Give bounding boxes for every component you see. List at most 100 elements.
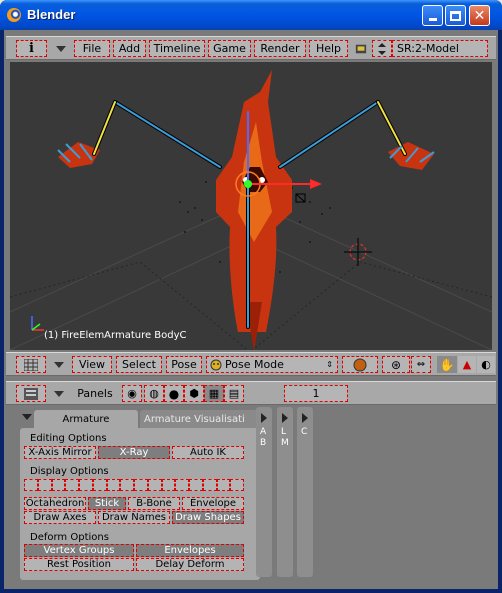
- window-type-button[interactable]: i: [16, 40, 47, 57]
- info-icon: i: [29, 41, 34, 56]
- panels-label: Panels: [77, 387, 113, 400]
- menu-add[interactable]: Add: [113, 40, 146, 57]
- pivot-icon: ⊛: [390, 357, 402, 372]
- vertex-groups-button[interactable]: Vertex Groups: [24, 544, 134, 557]
- chevron-down-icon: [54, 390, 64, 397]
- menu-timeline[interactable]: Timeline: [149, 40, 205, 57]
- layer-button[interactable]: [65, 479, 79, 491]
- collapsed-panel-a-b[interactable]: A B: [256, 407, 272, 577]
- hand-icon: ✋: [439, 357, 455, 372]
- layer-button[interactable]: [134, 479, 148, 491]
- scene-name-field[interactable]: SR:2-Model: [392, 40, 488, 57]
- pivot-select[interactable]: ⊛: [382, 356, 410, 373]
- collapsed-panel-c[interactable]: C: [297, 407, 313, 577]
- 3d-viewport[interactable]: [10, 62, 492, 350]
- layer-button[interactable]: [120, 479, 134, 491]
- layer-button[interactable]: [216, 479, 231, 491]
- blender-logo-icon: [7, 8, 21, 22]
- hand-tool-button[interactable]: ✋: [437, 356, 457, 373]
- rotate-icon: ◐: [481, 358, 491, 371]
- draw-type-select[interactable]: [342, 356, 378, 373]
- mode-select[interactable]: Pose Mode ⇕: [206, 356, 338, 373]
- screen-browse-button[interactable]: [352, 40, 370, 57]
- editing-options-label: Editing Options: [30, 433, 107, 444]
- draw-names-button[interactable]: Draw Names: [98, 511, 170, 524]
- close-button[interactable]: ✕: [469, 5, 490, 26]
- screen-icon: [355, 44, 367, 53]
- layer-button[interactable]: [161, 479, 176, 491]
- b-bone-button[interactable]: B-Bone: [128, 497, 180, 510]
- viewport-scene: [10, 70, 492, 350]
- editing-context-button[interactable]: ▦: [204, 385, 224, 402]
- maximize-button[interactable]: [445, 5, 466, 26]
- layer-button[interactable]: [37, 479, 52, 491]
- deform-options-label: Deform Options: [30, 532, 109, 543]
- panel-collapse-arrow[interactable]: [22, 414, 32, 420]
- layer-button[interactable]: [106, 479, 121, 491]
- collapse-view-menus[interactable]: [49, 356, 69, 373]
- updown-arrows-icon: ⇕: [326, 360, 333, 369]
- scene-browse-button[interactable]: [372, 40, 392, 57]
- logic-icon: ◉: [127, 387, 137, 400]
- layer-button[interactable]: [230, 479, 244, 491]
- minimize-button[interactable]: [422, 5, 443, 26]
- bone-layer-buttons: [24, 479, 244, 491]
- shading-icon: [353, 358, 367, 371]
- tab-armature[interactable]: Armature: [34, 410, 138, 428]
- menu-help[interactable]: Help: [309, 40, 348, 57]
- octahedron-button[interactable]: Octahedron: [24, 497, 86, 510]
- collapsed-panel-l-m[interactable]: L M: [277, 407, 293, 577]
- x-ray-button[interactable]: X-Ray: [98, 446, 170, 459]
- tab-armature-visualisation[interactable]: Armature Visualisati: [140, 410, 258, 428]
- info-header: i File Add Timeline Game Render Help SR:…: [6, 36, 496, 60]
- window-title: Blender: [27, 7, 76, 22]
- manipulator-toggle[interactable]: ⇔: [411, 356, 431, 373]
- chevron-down-icon: [54, 361, 64, 368]
- rotate-button[interactable]: ◐: [477, 356, 495, 373]
- layer-button[interactable]: [202, 479, 217, 491]
- menu-render[interactable]: Render: [254, 40, 306, 57]
- view3d-header: View Select Pose Pose Mode ⇕ ⊛ ⇔ ✋ ▲ ◐: [6, 352, 496, 376]
- layer-button[interactable]: [79, 479, 93, 491]
- object-icon: ⬢: [189, 387, 199, 400]
- rest-position-button[interactable]: Rest Position: [24, 558, 134, 571]
- draw-shapes-button[interactable]: Draw Shapes: [172, 511, 244, 524]
- collapse-panels-menu[interactable]: [49, 385, 69, 402]
- layer-button[interactable]: [147, 479, 162, 491]
- envelope-button[interactable]: Envelope: [182, 497, 244, 510]
- menu-select[interactable]: Select: [116, 356, 162, 373]
- active-object-label: (1) FireElemArmature BodyC: [44, 330, 187, 341]
- menu-view[interactable]: View: [72, 356, 112, 373]
- layer-button[interactable]: [92, 479, 107, 491]
- envelopes-button[interactable]: Envelopes: [136, 544, 244, 557]
- object-context-button[interactable]: ⬢: [184, 385, 204, 402]
- x-axis-mirror-button[interactable]: X-Axis Mirror: [24, 446, 96, 459]
- layer-button[interactable]: [51, 479, 66, 491]
- editor-type-button[interactable]: [16, 356, 46, 373]
- logic-context-button[interactable]: ◉: [122, 385, 142, 402]
- auto-ik-button[interactable]: Auto IK: [172, 446, 244, 459]
- chevron-down-icon: [56, 45, 66, 52]
- layer-button[interactable]: [175, 479, 189, 491]
- axis-widget: [31, 316, 44, 331]
- stick-button[interactable]: Stick: [88, 497, 126, 510]
- layer-button[interactable]: [189, 479, 203, 491]
- delay-deform-button[interactable]: Delay Deform: [136, 558, 244, 571]
- chevron-right-icon: [302, 413, 308, 423]
- current-frame-field[interactable]: 1: [284, 385, 348, 402]
- collapse-menus-button[interactable]: [52, 40, 70, 57]
- title-bar[interactable]: Blender ✕: [0, 0, 502, 30]
- layer-button[interactable]: [24, 479, 38, 491]
- draw-axes-button[interactable]: Draw Axes: [24, 511, 96, 524]
- shading-context-button[interactable]: ●: [164, 385, 184, 402]
- translate-button[interactable]: ▲: [458, 356, 476, 373]
- scene-context-button[interactable]: ▤: [224, 385, 244, 402]
- buttons-editor-type[interactable]: [16, 385, 46, 402]
- menu-game[interactable]: Game: [208, 40, 251, 57]
- menu-file[interactable]: File: [74, 40, 110, 57]
- script-context-button[interactable]: ◍: [144, 385, 164, 402]
- chevron-down-icon: [22, 414, 32, 420]
- fire-elemental-mesh: [216, 70, 292, 350]
- menu-pose[interactable]: Pose: [166, 356, 202, 373]
- display-options-label: Display Options: [30, 466, 109, 477]
